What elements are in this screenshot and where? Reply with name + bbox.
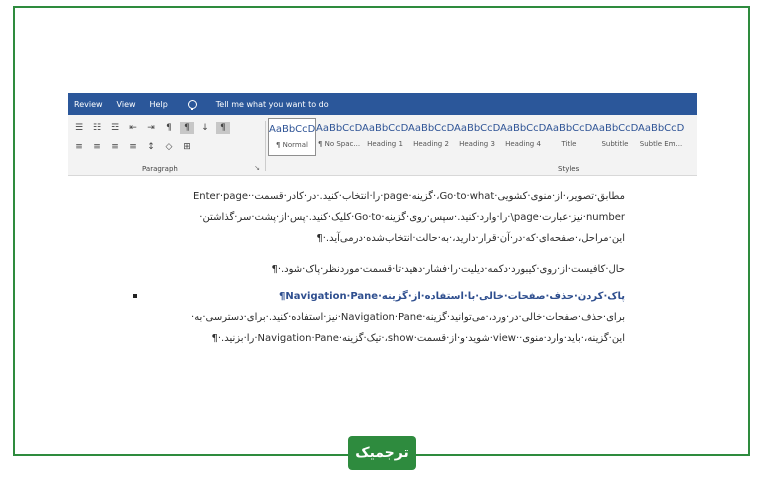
doc-line: برای·حذف·صفحات·خالی·در·ورد،·می‌توانید·گز… [191,312,625,323]
doc-line: این·گزینه،·باید·وارد·منوی··view·شوید·و·ا… [211,333,626,344]
style-subtitle[interactable]: AaBbCcDdEe Subtitle [592,118,638,154]
ribbon-tab-bar: Review View Help Tell me what you want t… [68,93,697,115]
paragraph-label: Paragraph [142,165,178,173]
rtl-icon[interactable]: ¶ [180,122,194,134]
style-subtle-emphasis[interactable]: AaBbCcDdEe Subtle Em... [638,118,684,154]
brand-logo: ترجمیک [348,436,416,470]
document-page[interactable]: مطابق·تصویر،·از·منوی·کشویی·Go·to·what،·گ… [68,176,697,351]
multilevel-list-icon[interactable]: ☲ [108,122,122,134]
paragraph-launcher-icon[interactable]: ↘ [254,164,260,172]
numbering-icon[interactable]: ☷ [90,122,104,134]
doc-line: حال·کافیست·از·روی·کیبورد·دکمه·دیلیت·را·ف… [271,264,625,275]
doc-line: مطابق·تصویر،·از·منوی·کشویی·Go·to·what،·گ… [192,191,625,202]
tab-help[interactable]: Help [150,100,168,109]
style-title[interactable]: AaBbCcDdEe Title [546,118,592,154]
line-spacing-icon[interactable]: ↕ [144,141,158,153]
sort-icon[interactable]: ↓ [198,122,212,134]
tab-review[interactable]: Review [74,100,103,109]
style-no-spacing[interactable]: AaBbCcDdEe ¶ No Spac... [316,118,362,154]
doc-line: number·نیز·عبارت·page\·را·وارد·کنید.·سپس… [199,212,625,223]
borders-icon[interactable]: ⊞ [180,141,194,153]
tell-me-box[interactable]: Tell me what you want to do [182,99,337,110]
decrease-indent-icon[interactable]: ⇤ [126,122,140,134]
shading-icon[interactable]: ◇ [162,141,176,153]
doc-heading: پاک·کردن·حذف·صفحات·خالی·با·استفاده·از·گز… [279,291,625,302]
doc-line: این·مراحل،·صفحه‌ای·که·در·آن·قرار·دارید،·… [316,233,625,244]
style-heading-2[interactable]: AaBbCcDdEe Heading 2 [408,118,454,154]
tell-me-text: Tell me what you want to do [215,99,329,109]
style-normal[interactable]: AaBbCcDdEe ¶ Normal [268,118,316,156]
ltr-icon[interactable]: ¶ [162,122,176,134]
lightbulb-icon [187,99,197,110]
bullets-icon[interactable]: ☰ [72,122,86,134]
increase-indent-icon[interactable]: ⇥ [144,122,158,134]
paragraph-group: ☰ ☷ ☲ ⇤ ⇥ ¶ ¶ ↓ ¶ ≡ ≡ ≡ ≡ ↕ ◇ ⊞ Paragrap… [68,115,264,175]
style-heading-4[interactable]: AaBbCcDdEe Heading 4 [500,118,546,154]
style-heading-3[interactable]: AaBbCcDdEe Heading 3 [454,118,500,154]
align-right-icon[interactable]: ≡ [108,141,122,153]
show-marks-icon[interactable]: ¶ [216,122,230,134]
styles-label: Styles [558,165,580,173]
justify-icon[interactable]: ≡ [126,141,140,153]
tab-view[interactable]: View [117,100,136,109]
bullet-marker [133,294,137,298]
style-heading-1[interactable]: AaBbCcDdEe Heading 1 [362,118,408,154]
group-divider [265,121,266,171]
styles-gallery: AaBbCcDdEe ¶ Normal AaBbCcDdEe ¶ No Spac… [268,118,684,156]
align-left-icon[interactable]: ≡ [72,141,86,153]
ribbon-body: ☰ ☷ ☲ ⇤ ⇥ ¶ ¶ ↓ ¶ ≡ ≡ ≡ ≡ ↕ ◇ ⊞ Paragrap… [68,115,697,176]
align-center-icon[interactable]: ≡ [90,141,104,153]
